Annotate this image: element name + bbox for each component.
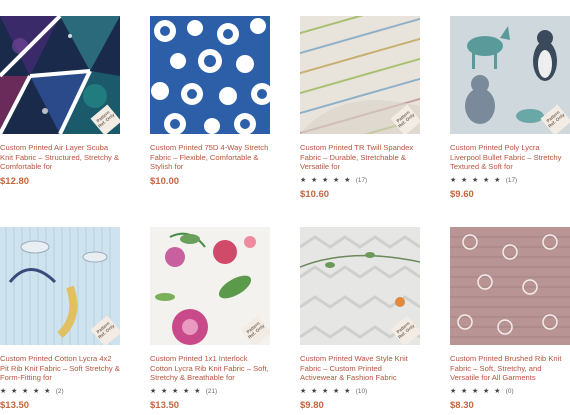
rating-stars: ★ ★ ★ ★ ★ [450, 388, 502, 395]
product-image[interactable]: Pattern Ref. Only [300, 227, 420, 345]
rating-stars: ★ ★ ★ ★ ★ [150, 388, 202, 395]
product-image[interactable]: Pattern Ref. Only [0, 16, 120, 134]
rating-count: (0) [505, 388, 514, 395]
product-price: $8.30 [450, 400, 474, 411]
product-rating: ★ ★ ★ ★ ★ (17) [300, 176, 420, 185]
product-image[interactable] [450, 227, 570, 345]
rating-count: (17) [355, 177, 368, 184]
product-rating: ★ ★ ★ ★ ★ (10) [300, 387, 420, 396]
product-image[interactable]: Pattern Ref. Only [300, 16, 420, 134]
product-price: $9.80 [300, 400, 324, 411]
product-card[interactable]: Pattern Ref. Only Custom Printed Air Lay… [0, 16, 120, 187]
product-price: $10.00 [150, 176, 180, 187]
product-card[interactable]: Custom Printed Brushed Rib Knit Fabric –… [450, 227, 570, 411]
product-card[interactable]: Pattern Ref. Only Custom Printed TR Twil… [300, 16, 420, 200]
product-card[interactable]: Pattern Ref. Only Custom Printed Poly Ly… [450, 16, 570, 200]
rating-count: (17) [505, 177, 518, 184]
product-title[interactable]: Custom Printed Wave Style Knit Fabric – … [300, 354, 420, 382]
product-title[interactable]: Custom Printed Poly Lycra Liverpool Bull… [450, 143, 570, 171]
product-title[interactable]: Custom Printed TR Twill Spandex Fabric –… [300, 143, 420, 171]
product-price: $12.80 [0, 176, 30, 187]
rating-stars: ★ ★ ★ ★ ★ [0, 388, 52, 395]
product-title[interactable]: Custom Printed Brushed Rib Knit Fabric –… [450, 354, 570, 382]
product-price: $9.60 [450, 189, 474, 200]
product-title[interactable]: Custom Printed 75D 4-Way Stretch Fabric … [150, 143, 270, 171]
rating-count: (21) [205, 388, 218, 395]
product-rating: ★ ★ ★ ★ ★ (21) [150, 387, 270, 396]
product-image[interactable]: Pattern Ref. Only [450, 16, 570, 134]
rating-count: (2) [55, 388, 64, 395]
product-price: $10.60 [300, 189, 330, 200]
product-card[interactable]: Pattern Ref. Only Custom Printed Wave St… [300, 227, 420, 411]
product-image[interactable]: Pattern Ref. Only [0, 227, 120, 345]
product-price: $13.50 [150, 400, 180, 411]
rating-stars: ★ ★ ★ ★ ★ [450, 177, 502, 184]
rating-stars: ★ ★ ★ ★ ★ [300, 388, 352, 395]
product-image[interactable]: Pattern Ref. Only [150, 227, 270, 345]
product-image[interactable] [150, 16, 270, 134]
product-rating: ★ ★ ★ ★ ★ (0) [450, 387, 570, 396]
product-rating: ★ ★ ★ ★ ★ (2) [0, 387, 120, 396]
product-card[interactable]: Pattern Ref. Only Custom Printed 1x1 Int… [150, 227, 270, 411]
rating-stars: ★ ★ ★ ★ ★ [300, 177, 352, 184]
product-card[interactable]: Custom Printed 75D 4-Way Stretch Fabric … [150, 16, 270, 187]
product-price: $13.50 [0, 400, 30, 411]
product-title[interactable]: Custom Printed Cotton Lycra 4x2 Pit Rib … [0, 354, 120, 382]
product-title[interactable]: Custom Printed Air Layer Scuba Knit Fabr… [0, 143, 120, 171]
product-card[interactable]: Pattern Ref. Only Custom Printed Cotton … [0, 227, 120, 411]
product-rating: ★ ★ ★ ★ ★ (17) [450, 176, 570, 185]
product-title[interactable]: Custom Printed 1x1 Interlock Cotton Lycr… [150, 354, 270, 382]
rating-count: (10) [355, 388, 368, 395]
